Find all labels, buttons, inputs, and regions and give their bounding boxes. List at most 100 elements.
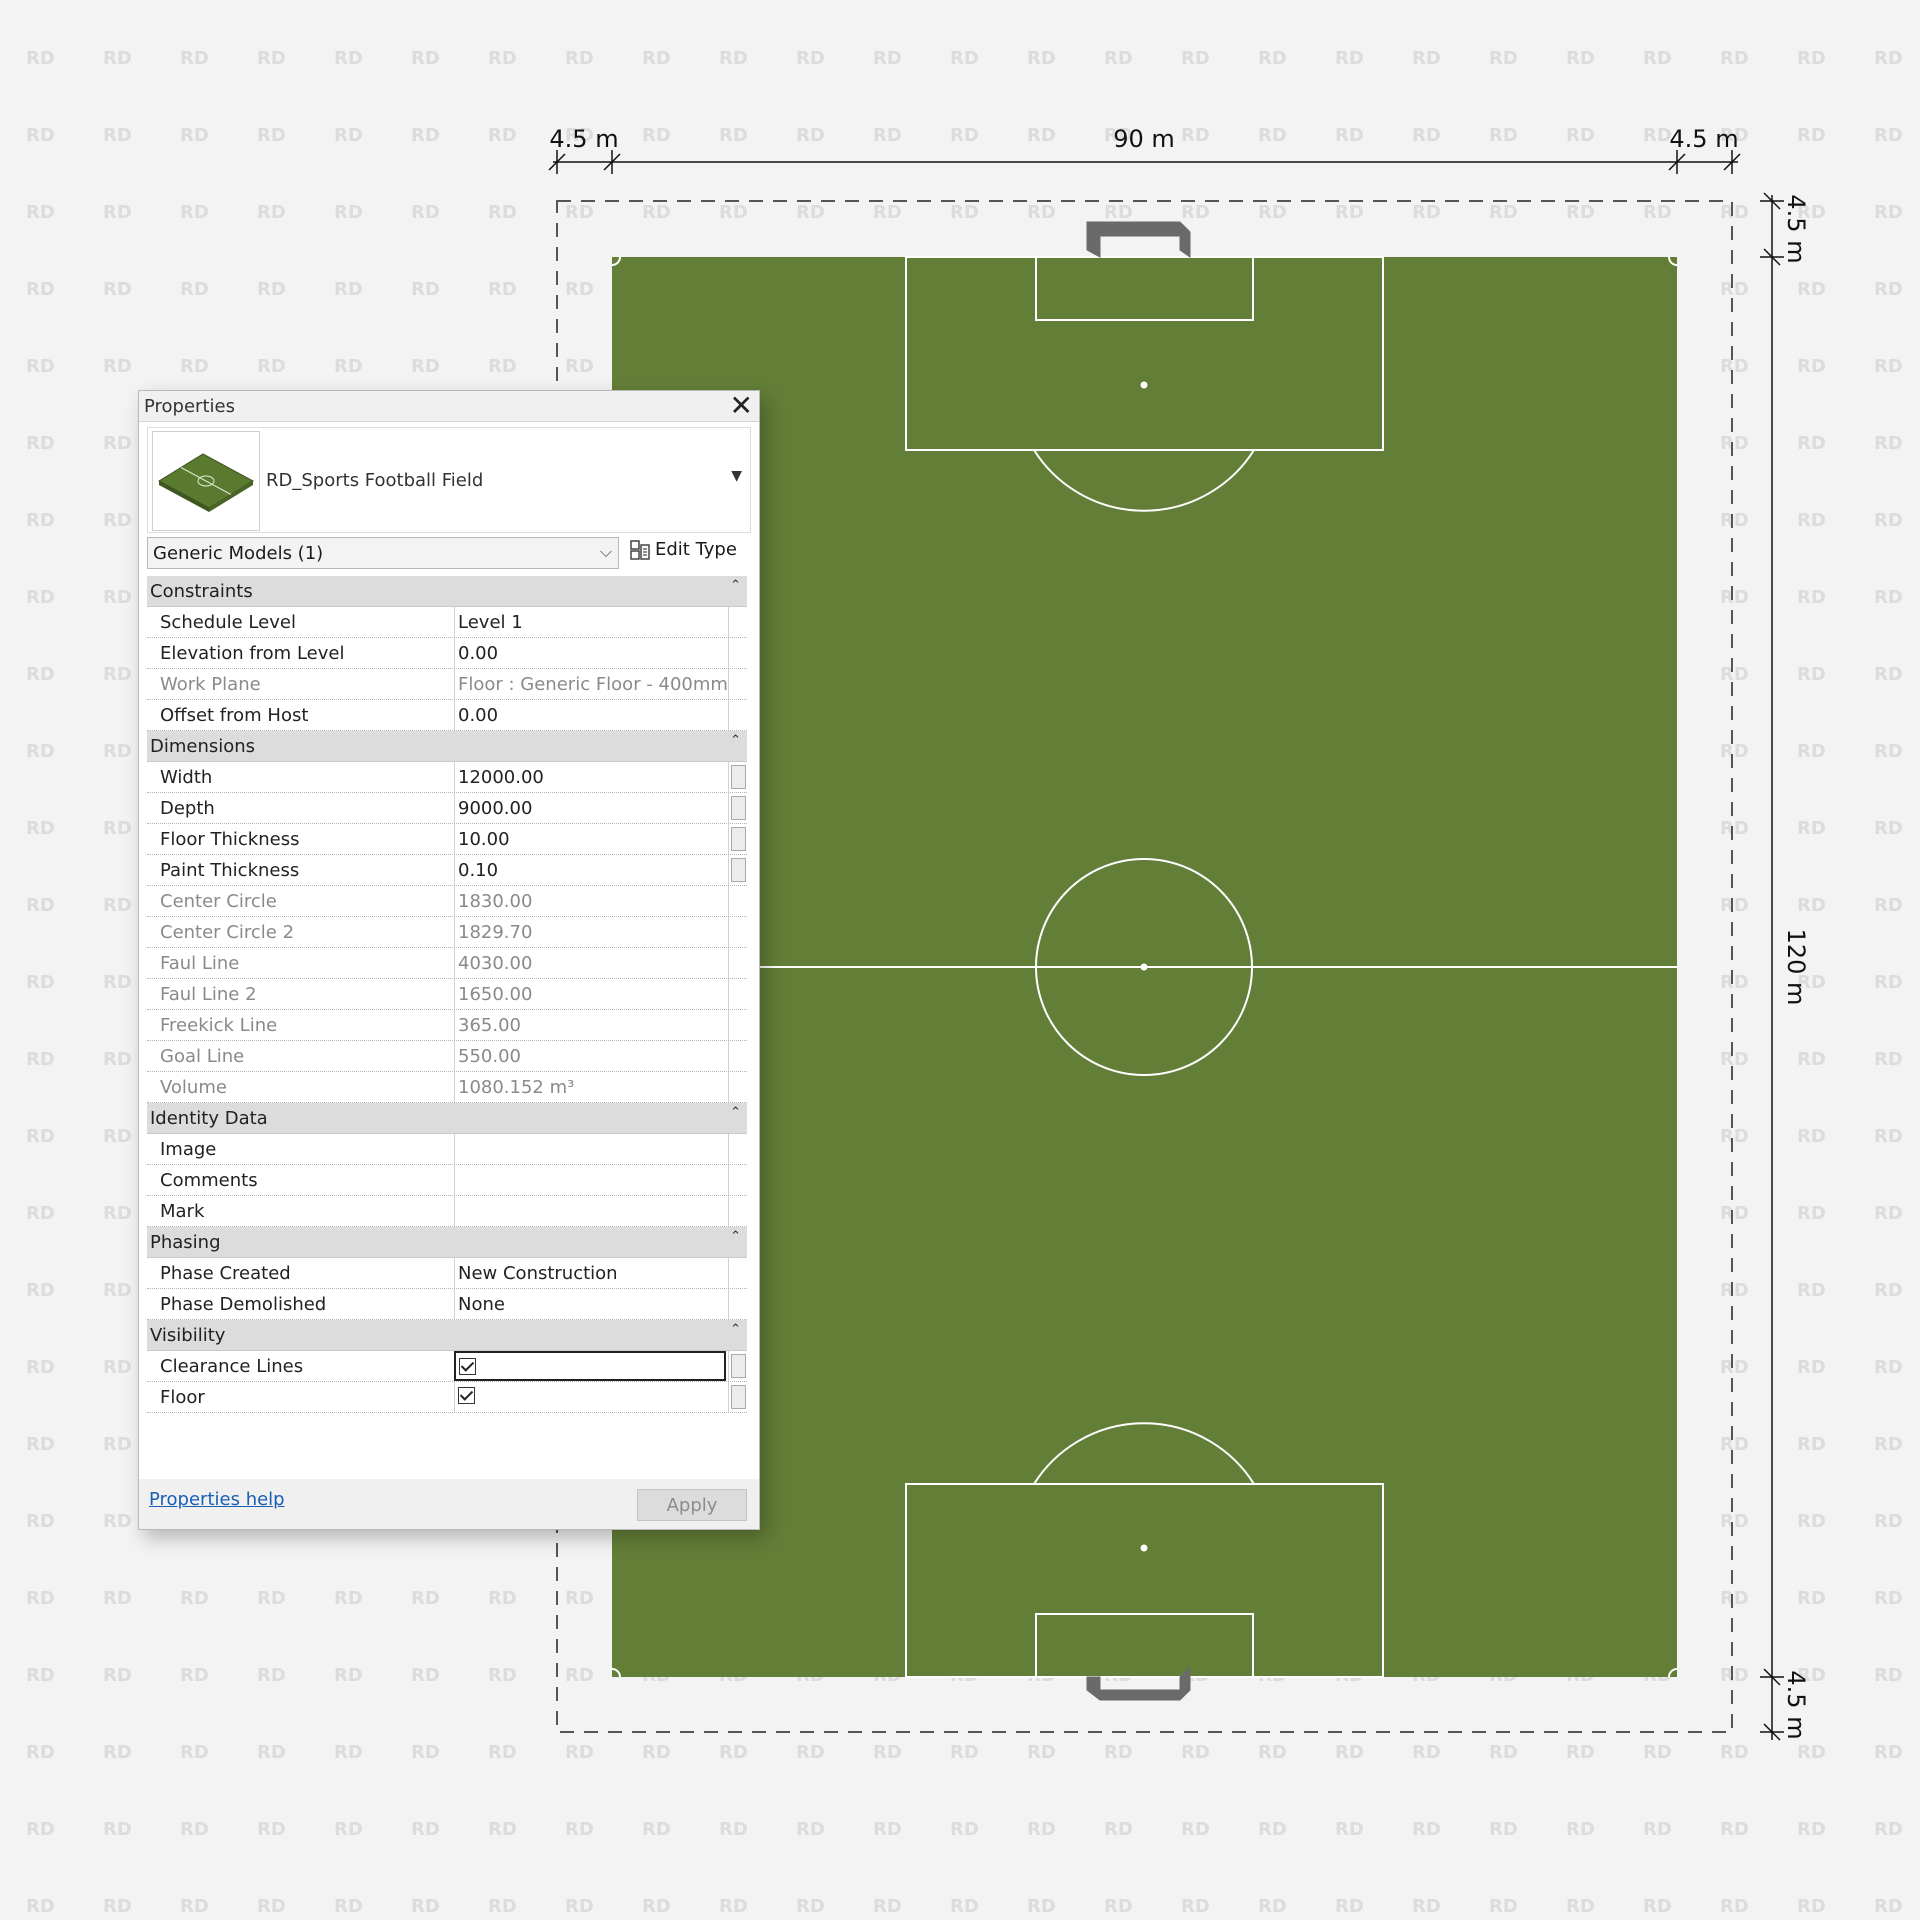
associate-cell [728,607,747,637]
section-phasing[interactable]: Phasing⌃ [147,1227,747,1258]
property-value-field[interactable]: 9000.00 [454,793,726,823]
property-checkbox-cell[interactable] [454,1382,726,1412]
property-value: None [458,1294,505,1315]
edit-type-label: Edit Type [655,539,737,560]
element-filter-dropdown[interactable]: Generic Models (1) ⌵ [147,537,619,569]
associate-cell [728,1196,747,1226]
property-value: 0.00 [458,643,498,664]
edit-type-button[interactable]: Edit Type [629,539,737,561]
checkbox-checked-icon[interactable] [458,1387,475,1404]
property-row-width: Width12000.00 [147,762,747,793]
property-name: Phase Demolished [160,1294,326,1315]
dim-label-right-bottom: 4.5 m [1782,1670,1810,1739]
dim-label-top-left: 4.5 m [549,125,618,153]
property-value: 1829.70 [458,922,532,943]
property-row-work-plane: Work PlaneFloor : Generic Floor - 400mm [147,669,747,700]
dim-label-top-middle: 90 m [1113,125,1175,153]
property-value-field[interactable]: 0.00 [454,700,726,730]
properties-palette[interactable]: Properties ✕ RD_Sports Football Field ▼ … [138,390,760,1530]
collapse-icon[interactable]: ⌃ [730,733,741,748]
property-value-field[interactable]: 12000.00 [454,762,726,792]
properties-help-link[interactable]: Properties help [149,1489,285,1510]
property-name: Faul Line 2 [160,984,257,1005]
property-value: 4030.00 [458,953,532,974]
palette-titlebar[interactable]: Properties ✕ [139,391,759,422]
football-pitch[interactable] [612,222,1677,1700]
property-value-field[interactable]: 0.10 [454,855,726,885]
collapse-icon[interactable]: ⌃ [730,578,741,593]
type-selector[interactable]: RD_Sports Football Field ▼ [147,427,751,533]
associate-parameter-button[interactable] [728,855,747,885]
section-label: Dimensions [150,736,255,757]
property-name: Offset from Host [160,705,308,726]
associate-parameter-button[interactable] [728,1351,747,1381]
property-value-field[interactable] [454,1134,726,1164]
checkbox-checked-icon[interactable] [459,1358,476,1375]
property-name: Floor [160,1387,205,1408]
property-row-center-circle-2: Center Circle 2 1829.70 [147,917,747,948]
property-row-comments: Comments [147,1165,747,1196]
collapse-icon[interactable]: ⌃ [730,1105,741,1120]
property-value-field: 365.00 [454,1010,726,1040]
collapse-icon[interactable]: ⌃ [730,1322,741,1337]
dim-label-right-middle: 120 m [1782,929,1810,1006]
section-dimensions[interactable]: Dimensions ⌃ [147,731,747,762]
family-thumbnail [152,431,260,531]
property-value: 1080.152 m³ [458,1077,574,1098]
property-value-field[interactable]: 10.00 [454,824,726,854]
property-row-offset-from-host: Offset from Host 0.00 [147,700,747,731]
section-constraints[interactable]: Constraints ⌃ [147,576,747,607]
property-name: Center Circle 2 [160,922,294,943]
section-visibility[interactable]: Visibility ⌃ [147,1320,747,1351]
property-name: Volume [160,1077,227,1098]
property-value-field[interactable]: None [454,1289,726,1319]
property-name: Elevation from Level [160,643,344,664]
caret-down-icon[interactable]: ▼ [731,468,742,484]
football-field-thumbnail-icon [153,432,259,530]
associate-parameter-button[interactable] [728,762,747,792]
element-filter-label: Generic Models (1) [153,543,323,564]
associate-cell [728,1041,747,1071]
property-value: 10.00 [458,829,510,850]
property-value: Level 1 [458,612,523,633]
property-name: Comments [160,1170,258,1191]
close-icon[interactable]: ✕ [730,391,753,421]
associate-cell [728,638,747,668]
property-value-field: 1829.70 [454,917,726,947]
associate-parameter-button[interactable] [728,1382,747,1412]
section-identity-data[interactable]: Identity Data⌃ [147,1103,747,1134]
associate-cell [728,886,747,916]
associate-cell [728,979,747,1009]
property-value-field[interactable]: 0.00 [454,638,726,668]
associate-parameter-button[interactable] [728,793,747,823]
property-row-phase-demolished: Phase Demolished None [147,1289,747,1320]
property-row-center-circle: Center Circle1830.00 [147,886,747,917]
collapse-icon[interactable]: ⌃ [730,1229,741,1244]
property-name: Depth [160,798,215,819]
property-value: 0.00 [458,705,498,726]
associate-cell [728,700,747,730]
section-label: Visibility [150,1325,225,1346]
property-value: 365.00 [458,1015,521,1036]
property-value-field: 1650.00 [454,979,726,1009]
property-value-field: 4030.00 [454,948,726,978]
property-name: Center Circle [160,891,277,912]
associate-cell [728,669,747,699]
property-value-field: Floor : Generic Floor - 400mm [454,669,726,699]
section-label: Constraints [150,581,253,602]
property-row-clearance-lines: Clearance Lines [147,1351,747,1382]
apply-button[interactable]: Apply [637,1489,747,1521]
property-row-volume: Volume 1080.152 m³ [147,1072,747,1103]
property-value-field[interactable] [454,1165,726,1195]
property-checkbox-cell[interactable] [454,1351,726,1381]
penalty-spot-top [1141,382,1148,389]
dim-label-top-right: 4.5 m [1669,125,1738,153]
property-value-field[interactable] [454,1196,726,1226]
edit-type-icon [629,539,651,561]
property-value-field[interactable]: New Construction [454,1258,726,1288]
associate-parameter-button[interactable] [728,824,747,854]
property-row-faul-line: Faul Line4030.00 [147,948,747,979]
property-value-field[interactable]: Level 1 [454,607,726,637]
property-value: New Construction [458,1263,618,1284]
dim-label-right-top: 4.5 m [1782,194,1810,263]
